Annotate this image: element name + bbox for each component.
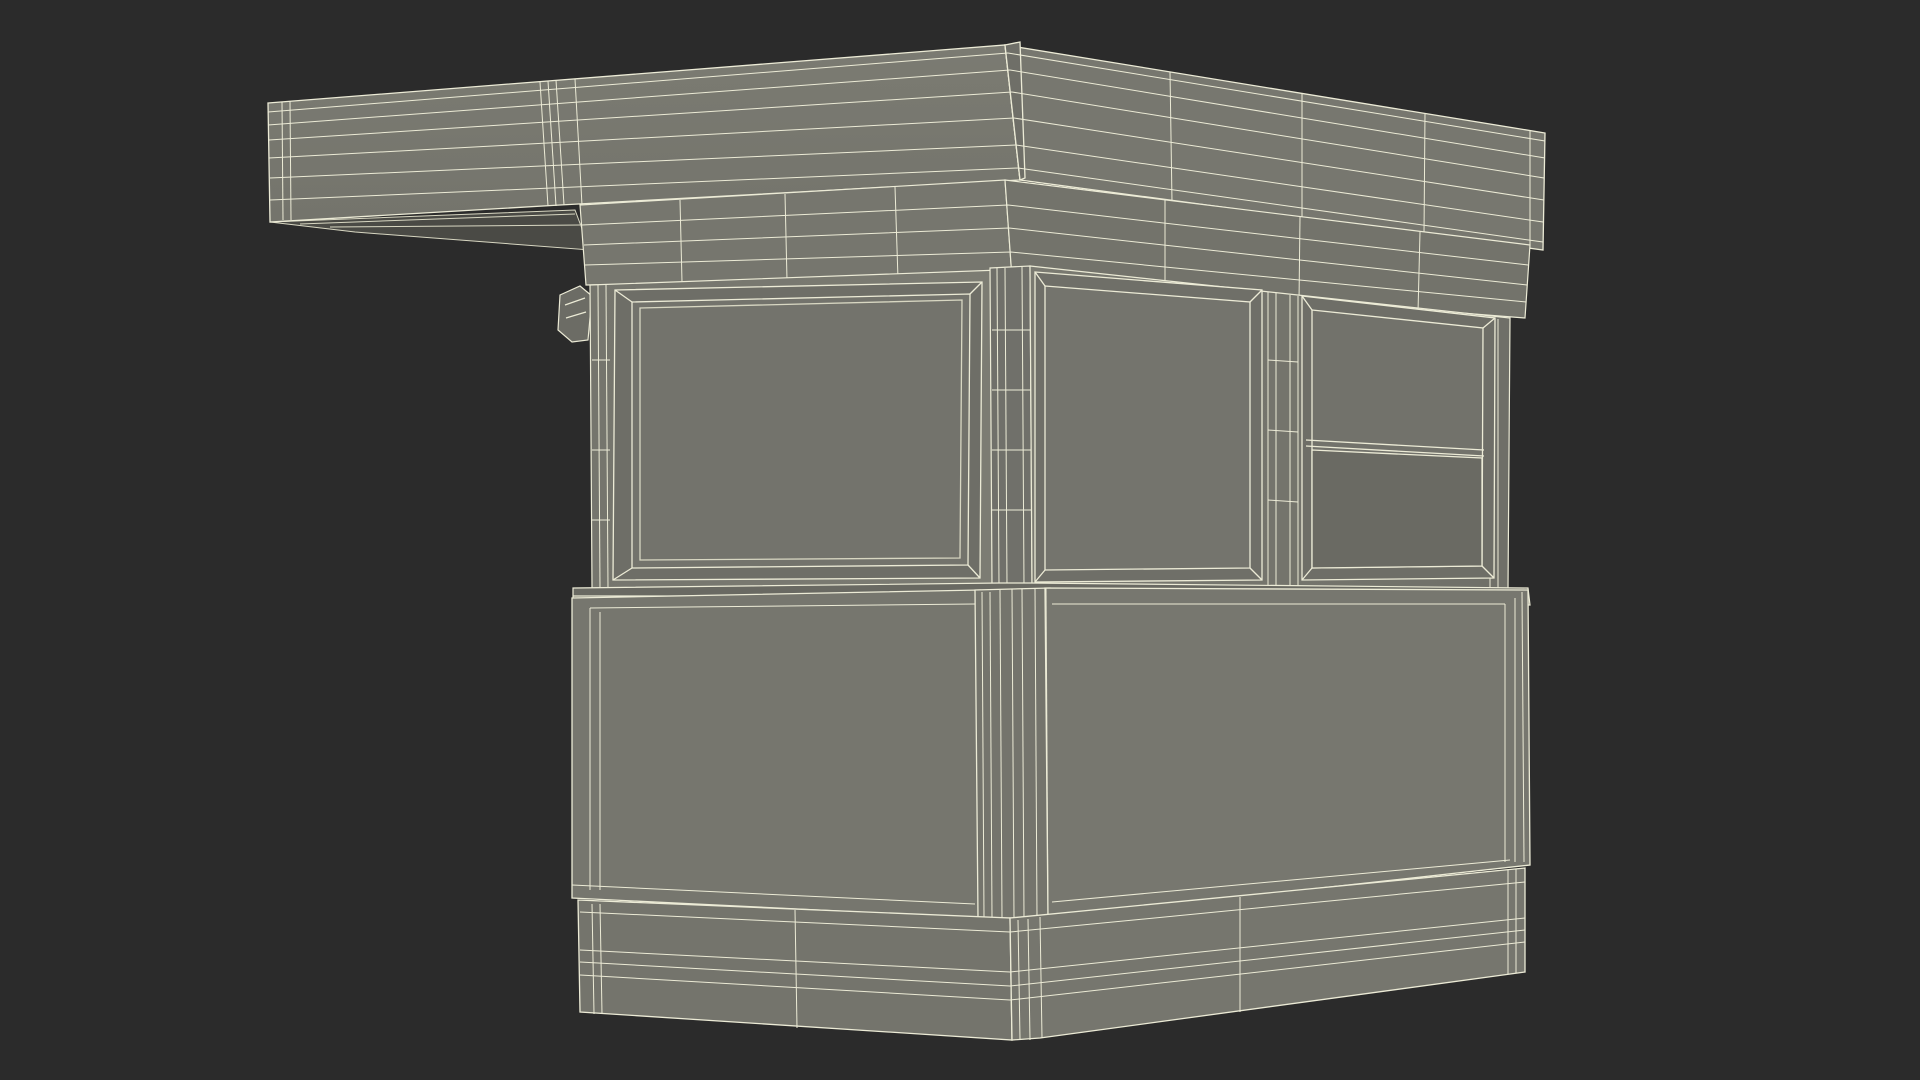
side-bracket (557, 285, 593, 343)
lower-body (571, 587, 1531, 919)
window-left (612, 281, 983, 581)
window-right-center (1034, 271, 1263, 583)
render-viewport (0, 0, 1920, 1080)
kiosk-wireframe-model (267, 41, 1546, 1041)
window-right-service (1301, 295, 1496, 581)
